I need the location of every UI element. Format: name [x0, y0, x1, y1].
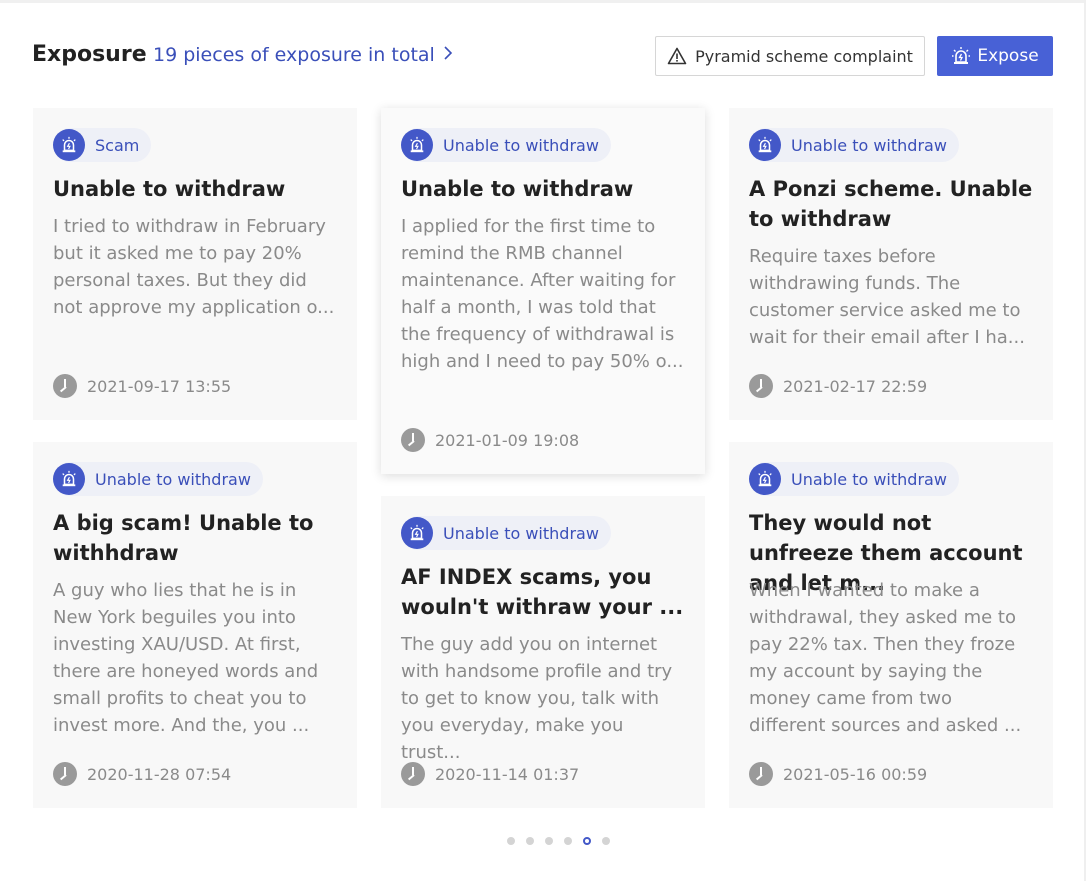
alarm-badge-icon — [401, 517, 433, 549]
pyramid-complaint-button[interactable]: Pyramid scheme complaint — [655, 36, 925, 76]
category-tag: Unable to withdraw — [749, 128, 959, 162]
exposure-card[interactable]: Unable to withdraw They would not unfree… — [729, 442, 1053, 808]
exposure-card[interactable]: Unable to withdraw A big scam! Unable to… — [33, 442, 357, 808]
carousel-pagination — [507, 837, 610, 845]
clock-icon — [749, 374, 773, 398]
timestamp-text: 2021-02-17 22:59 — [783, 376, 928, 396]
category-tag: Scam — [53, 128, 152, 162]
card-timestamp: 2021-02-17 22:59 — [749, 374, 927, 398]
chevron-right-icon — [443, 45, 453, 66]
pagination-dot[interactable] — [526, 837, 534, 845]
alarm-badge-icon — [749, 463, 781, 495]
tag-label: Unable to withdraw — [791, 135, 947, 155]
pagination-dot[interactable] — [564, 837, 572, 845]
clock-icon — [401, 762, 425, 786]
card-timestamp: 2021-09-17 13:55 — [53, 374, 231, 398]
pagination-dot[interactable] — [507, 837, 515, 845]
card-title: A Ponzi scheme. Unable to withdraw — [749, 177, 1033, 231]
alarm-badge-icon — [53, 463, 85, 495]
section-title: Exposure — [32, 42, 147, 67]
card-timestamp: 2021-01-09 19:08 — [401, 428, 579, 452]
clock-icon — [53, 762, 77, 786]
alarm-badge-icon — [53, 129, 85, 161]
card-excerpt: I applied for the first time to remind t… — [401, 216, 684, 372]
clock-icon — [53, 374, 77, 398]
warning-icon — [667, 47, 687, 65]
category-tag: Unable to withdraw — [401, 516, 611, 550]
tag-label: Unable to withdraw — [443, 135, 599, 155]
tag-label: Unable to withdraw — [791, 469, 947, 489]
card-title: AF INDEX scams, you wouln't withraw your… — [401, 565, 684, 619]
timestamp-text: 2021-01-09 19:08 — [435, 430, 580, 450]
tag-label: Scam — [95, 135, 140, 155]
total-exposure-label: 19 pieces of exposure in total — [153, 44, 435, 66]
clock-icon — [401, 428, 425, 452]
pyramid-complaint-label: Pyramid scheme complaint — [695, 46, 913, 66]
timestamp-text: 2021-09-17 13:55 — [87, 376, 232, 396]
pagination-dot[interactable] — [545, 837, 553, 845]
card-excerpt: The guy add you on internet with handsom… — [401, 634, 673, 763]
card-title: Unable to withdraw — [53, 177, 286, 201]
category-tag: Unable to withdraw — [53, 462, 263, 496]
card-excerpt: When I wanted to make a withdrawal, they… — [749, 580, 1022, 736]
alarm-badge-icon — [401, 129, 433, 161]
timestamp-text: 2020-11-28 07:54 — [87, 764, 232, 784]
exposure-card[interactable]: Scam Unable to withdraw I tried to withd… — [33, 108, 357, 420]
exposure-header: Exposure 19 pieces of exposure in total … — [0, 0, 1086, 100]
card-timestamp: 2020-11-14 01:37 — [401, 762, 579, 786]
exposure-card[interactable]: Unable to withdraw AF INDEX scams, you w… — [381, 496, 705, 808]
timestamp-text: 2020-11-14 01:37 — [435, 764, 580, 784]
pagination-dot-active[interactable] — [583, 837, 591, 845]
exposure-card[interactable]: Unable to withdraw Unable to withdraw I … — [381, 108, 705, 474]
timestamp-text: 2021-05-16 00:59 — [783, 764, 928, 784]
category-tag: Unable to withdraw — [749, 462, 959, 496]
exposure-card[interactable]: Unable to withdraw A Ponzi scheme. Unabl… — [729, 108, 1053, 420]
card-excerpt: Require taxes before withdrawing funds. … — [749, 246, 1025, 348]
category-tag: Unable to withdraw — [401, 128, 611, 162]
expose-button[interactable]: Expose — [937, 36, 1053, 76]
card-title: A big scam! Unable to withhdraw — [53, 511, 314, 565]
clock-icon — [749, 762, 773, 786]
alarm-icon — [951, 46, 971, 66]
alarm-badge-icon — [749, 129, 781, 161]
pagination-dot[interactable] — [602, 837, 610, 845]
card-timestamp: 2021-05-16 00:59 — [749, 762, 927, 786]
total-exposure-link[interactable]: 19 pieces of exposure in total — [153, 44, 453, 66]
tag-label: Unable to withdraw — [95, 469, 251, 489]
tag-label: Unable to withdraw — [443, 523, 599, 543]
card-timestamp: 2020-11-28 07:54 — [53, 762, 231, 786]
card-excerpt: A guy who lies that he is in New York be… — [53, 580, 319, 736]
expose-label: Expose — [977, 46, 1039, 66]
card-excerpt: I tried to withdraw in February but it a… — [53, 216, 335, 318]
card-title: Unable to withdraw — [401, 177, 634, 201]
